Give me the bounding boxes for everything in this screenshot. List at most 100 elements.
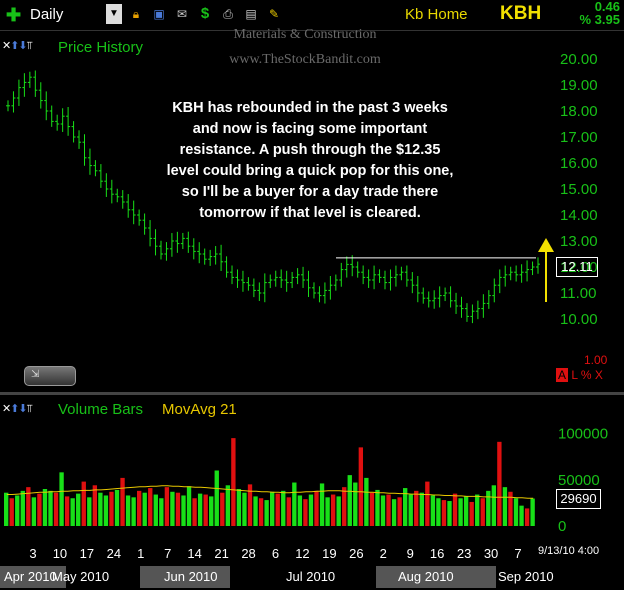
annotation-line: KBH has rebounded in the past 3 weeks — [172, 100, 448, 116]
volume-bar — [4, 492, 9, 526]
volume-bar — [9, 498, 14, 526]
annotation-line: level could bring a quick pop for this o… — [166, 163, 454, 179]
volume-bar — [380, 495, 386, 526]
scale-controls[interactable]: A L % X — [556, 368, 603, 382]
volume-bar — [430, 495, 436, 526]
volume-bar — [475, 494, 480, 526]
volume-bar — [408, 494, 413, 526]
volume-bar — [264, 500, 269, 526]
y-tick-label: 15.00 — [560, 181, 598, 198]
volume-bar — [342, 487, 347, 526]
period-select[interactable]: Daily — [30, 6, 63, 23]
volume-bar — [347, 475, 352, 526]
y-tick-label: 50000 — [558, 472, 600, 489]
y-tick-label: 20.00 — [560, 51, 598, 68]
volume-bar — [391, 499, 397, 526]
volume-bar — [441, 500, 447, 526]
volume-bar — [109, 491, 114, 526]
x-tick-label: 2 — [380, 546, 387, 561]
volume-bar — [353, 482, 358, 526]
x-tick-label: 7 — [164, 546, 171, 561]
volume-bar — [292, 482, 297, 526]
volume-bar — [231, 438, 236, 526]
volume-bar — [463, 496, 469, 526]
y-tick-label: 11.00 — [560, 285, 596, 302]
print-icon[interactable]: ⎙ — [220, 6, 236, 22]
y-tick-label: 17.00 — [560, 129, 598, 146]
dollar-icon[interactable]: $ — [197, 6, 213, 22]
month-label[interactable]: Aug 2010 — [376, 566, 496, 588]
volume-bar — [325, 497, 330, 526]
volume-bar — [64, 496, 70, 526]
volume-bar — [242, 492, 247, 526]
volume-bar — [458, 498, 463, 526]
volume-bar — [159, 498, 164, 526]
volume-bar — [87, 497, 92, 526]
alx-rest[interactable]: L % X — [568, 368, 603, 382]
volume-bar — [369, 492, 375, 526]
volume-bar — [286, 497, 291, 526]
x-tick-label: 24 — [107, 546, 121, 561]
volume-chart: 0 50000 100000 — [4, 426, 608, 535]
volume-bar — [15, 495, 20, 526]
company-name: Kb Home — [405, 6, 468, 23]
save-icon[interactable]: ▣ — [151, 6, 167, 22]
scroll-handle[interactable]: ⇲ — [24, 366, 76, 386]
month-label[interactable]: May 2010 — [48, 566, 142, 588]
volume-bar — [253, 496, 258, 526]
volume-bar — [20, 490, 25, 526]
volume-bar — [53, 492, 59, 526]
month-label[interactable]: Jun 2010 — [140, 566, 230, 588]
card-icon[interactable]: ▤ — [243, 6, 259, 22]
volume-bar — [148, 488, 153, 526]
volume-bar — [37, 493, 42, 526]
volume-bar — [358, 447, 364, 526]
alx-a[interactable]: A — [556, 368, 569, 382]
volume-bar — [330, 494, 336, 526]
x-tick-label: 1 — [137, 546, 144, 561]
y-tick-label: 10.00 — [560, 311, 598, 328]
month-label[interactable]: Jul 2010 — [282, 566, 376, 588]
volume-bar — [336, 496, 341, 526]
volume-bar — [519, 505, 524, 526]
volume-bar — [436, 498, 441, 526]
annotation-line: resistance. A push through the $12.35 — [179, 142, 441, 158]
annotation-line: so I'll be a buyer for a day trade there — [181, 184, 439, 200]
x-tick-label: 26 — [349, 546, 363, 561]
month-label[interactable]: Sep 2010 — [494, 566, 564, 588]
volume-bar — [170, 491, 175, 526]
volume-bar — [186, 486, 192, 526]
volume-bar — [319, 483, 325, 526]
y-tick-label: 16.00 — [560, 155, 598, 172]
y-tick-label: 14.00 — [560, 207, 598, 224]
scale-label: 1.00 — [584, 353, 608, 367]
volume-bar — [314, 490, 319, 526]
add-icon[interactable]: ✚ — [6, 5, 21, 26]
lock-icon[interactable]: 🔒︎ — [128, 6, 144, 22]
x-tick-label: 10 — [53, 546, 67, 561]
annotation-line: and now is facing some important — [192, 121, 428, 137]
volume-bar — [197, 493, 203, 526]
date-stamp: 9/13/10 4:00 — [538, 545, 600, 557]
ticker-symbol: KBH — [500, 3, 542, 24]
volume-bar — [153, 494, 158, 526]
volume-bar — [502, 487, 508, 526]
volume-bar — [297, 495, 303, 526]
chevron-down-icon[interactable]: ▼ — [106, 4, 122, 24]
y-tick-label: 13.00 — [560, 233, 598, 250]
volume-bar — [92, 485, 98, 526]
x-tick-label: 30 — [484, 546, 498, 561]
volume-bar — [175, 492, 181, 526]
volume-bar — [48, 490, 53, 526]
volume-bar — [236, 489, 242, 526]
pencil-icon[interactable]: ✎ — [266, 6, 282, 22]
volume-bar — [209, 496, 214, 526]
x-tick-label: 23 — [457, 546, 471, 561]
volume-bar — [281, 490, 286, 526]
up-arrow-icon — [538, 238, 554, 302]
volume-bar — [491, 485, 497, 526]
email-icon[interactable]: ✉ — [174, 6, 190, 22]
volume-bar — [103, 495, 109, 526]
volume-bar — [98, 492, 103, 526]
volume-bar — [120, 477, 125, 526]
